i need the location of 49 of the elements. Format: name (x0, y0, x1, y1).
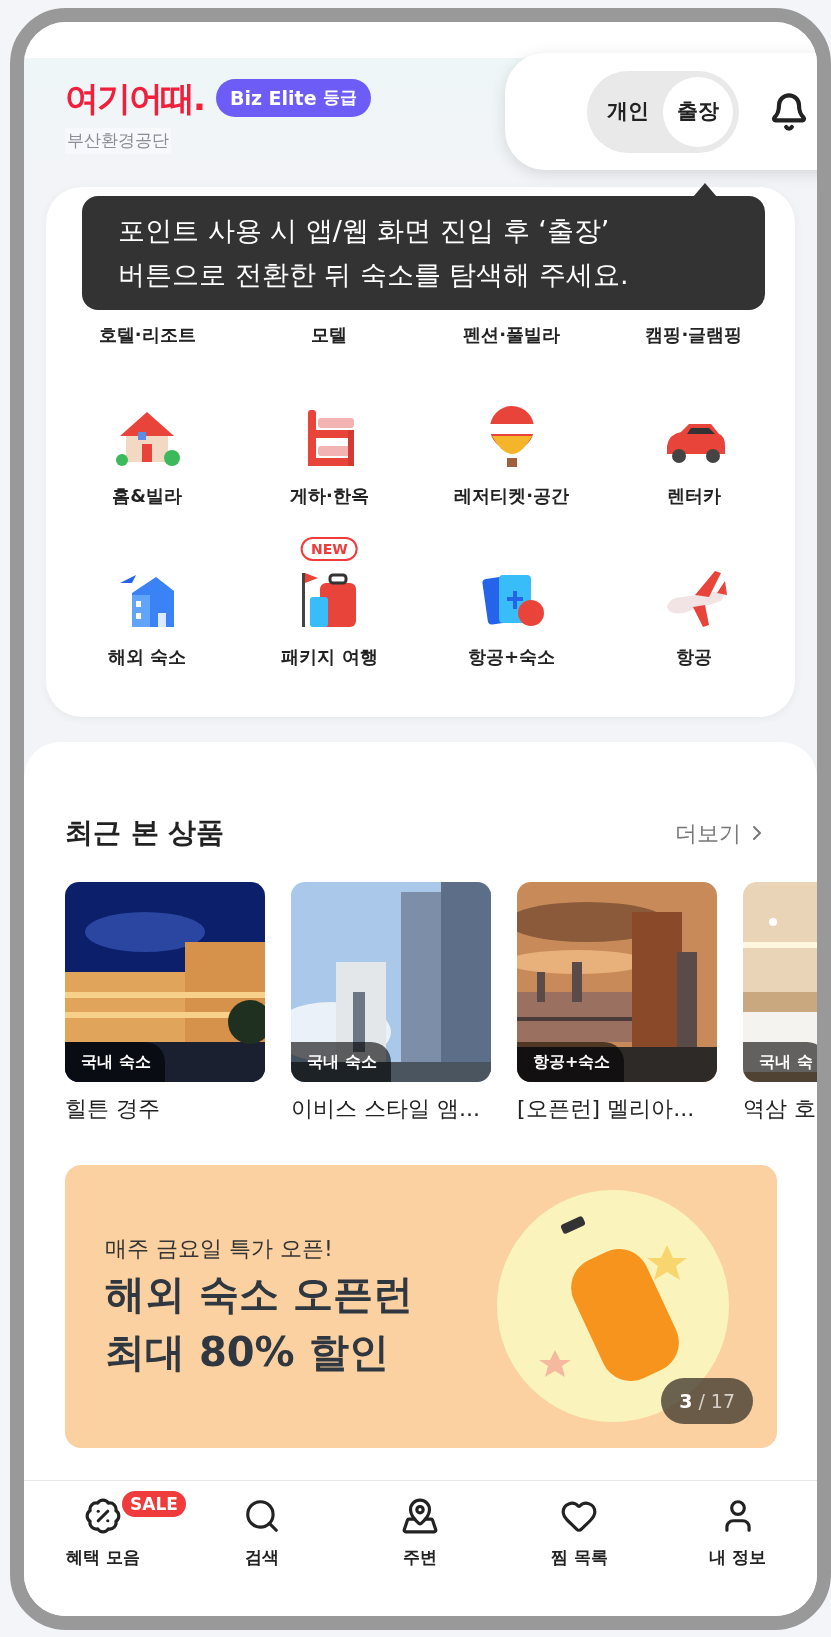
map-pin-icon (401, 1497, 440, 1535)
product-name[interactable]: 힐튼 경주 (65, 1092, 265, 1125)
nav-tab[interactable]: 내 정보 (709, 1497, 767, 1616)
category-label[interactable]: 캠핑·글램핑 (645, 321, 743, 348)
product-thumbnail[interactable]: 국내 숙소 (291, 882, 491, 1082)
sale-badge: SALE (122, 1491, 186, 1517)
nav-tab[interactable]: 주변 (401, 1497, 440, 1616)
mode-option[interactable]: 출장 (663, 76, 733, 147)
category-label[interactable]: 호텔·리조트 (98, 321, 196, 348)
category-label[interactable]: 게하·한옥 (289, 482, 369, 509)
banner-title: 해외 숙소 오픈런 (105, 1270, 413, 1319)
category-label[interactable]: 모텔 (311, 321, 348, 348)
category-label[interactable]: 레저티켓·공간 (454, 482, 570, 509)
category-label[interactable]: 항공+숙소 (468, 643, 556, 670)
section-title: 최근 본 상품 (65, 815, 225, 851)
product-name[interactable]: [오픈런] 멜리아... (517, 1092, 717, 1125)
promo-banner[interactable]: 매주 금요일 특가 오픈! 해외 숙소 오픈런 최대 80% 할인 3 / 17 (65, 1165, 777, 1448)
category-label[interactable]: 펜션·풀빌라 (463, 321, 561, 348)
tooltip-text: 포인트 사용 시 앱/웹 화면 진입 후 ‘출장’ (118, 214, 611, 248)
banner-subtitle: 매주 금요일 특가 오픈! (105, 1235, 334, 1263)
grade-label: 등급 (322, 86, 357, 110)
category-label[interactable]: 패키지 여행 (281, 643, 378, 670)
badge-percent-icon (84, 1497, 123, 1535)
nav-tab[interactable]: 찜 목록 (550, 1497, 608, 1616)
product-thumbnail[interactable]: 항공+숙소 (517, 882, 717, 1082)
product-tag: 국내 숙소 (65, 1042, 165, 1082)
brand-logo: 여기어때. (65, 78, 204, 118)
category-label[interactable]: 해외 숙소 (108, 643, 187, 670)
banner-title: 최대 80% 할인 (105, 1328, 390, 1377)
more-link[interactable]: 더보기 (675, 816, 769, 850)
product-name[interactable]: 이비스 스타일 앰... (291, 1092, 491, 1125)
company-name: 부산환경공단 (65, 128, 171, 154)
notification-icon (769, 91, 809, 132)
product-tag: 국내 숙 (743, 1042, 817, 1082)
product-tag: 항공+숙소 (517, 1042, 625, 1082)
category-label[interactable]: 홈&빌라 (112, 482, 182, 509)
category-label[interactable]: 항공 (675, 643, 712, 670)
grade-brand: Biz Elite (229, 85, 317, 111)
product-thumbnail[interactable]: 국내 숙 (743, 882, 817, 1082)
product-tag: 국내 숙소 (291, 1042, 391, 1082)
page-current: 3 (679, 1388, 693, 1414)
nav-tab[interactable]: 검색 (242, 1497, 281, 1616)
category-label[interactable]: 렌터카 (666, 482, 721, 509)
mode-option[interactable]: 개인 (593, 76, 663, 147)
product-name[interactable]: 역삼 호 (743, 1092, 817, 1125)
product-thumbnail[interactable]: 국내 숙소 (65, 882, 265, 1082)
page-total: / 17 (698, 1388, 735, 1414)
tooltip-text: 버튼으로 전환한 뒤 숙소를 탐색해 주세요. (118, 258, 630, 292)
new-badge: NEW (301, 537, 358, 561)
